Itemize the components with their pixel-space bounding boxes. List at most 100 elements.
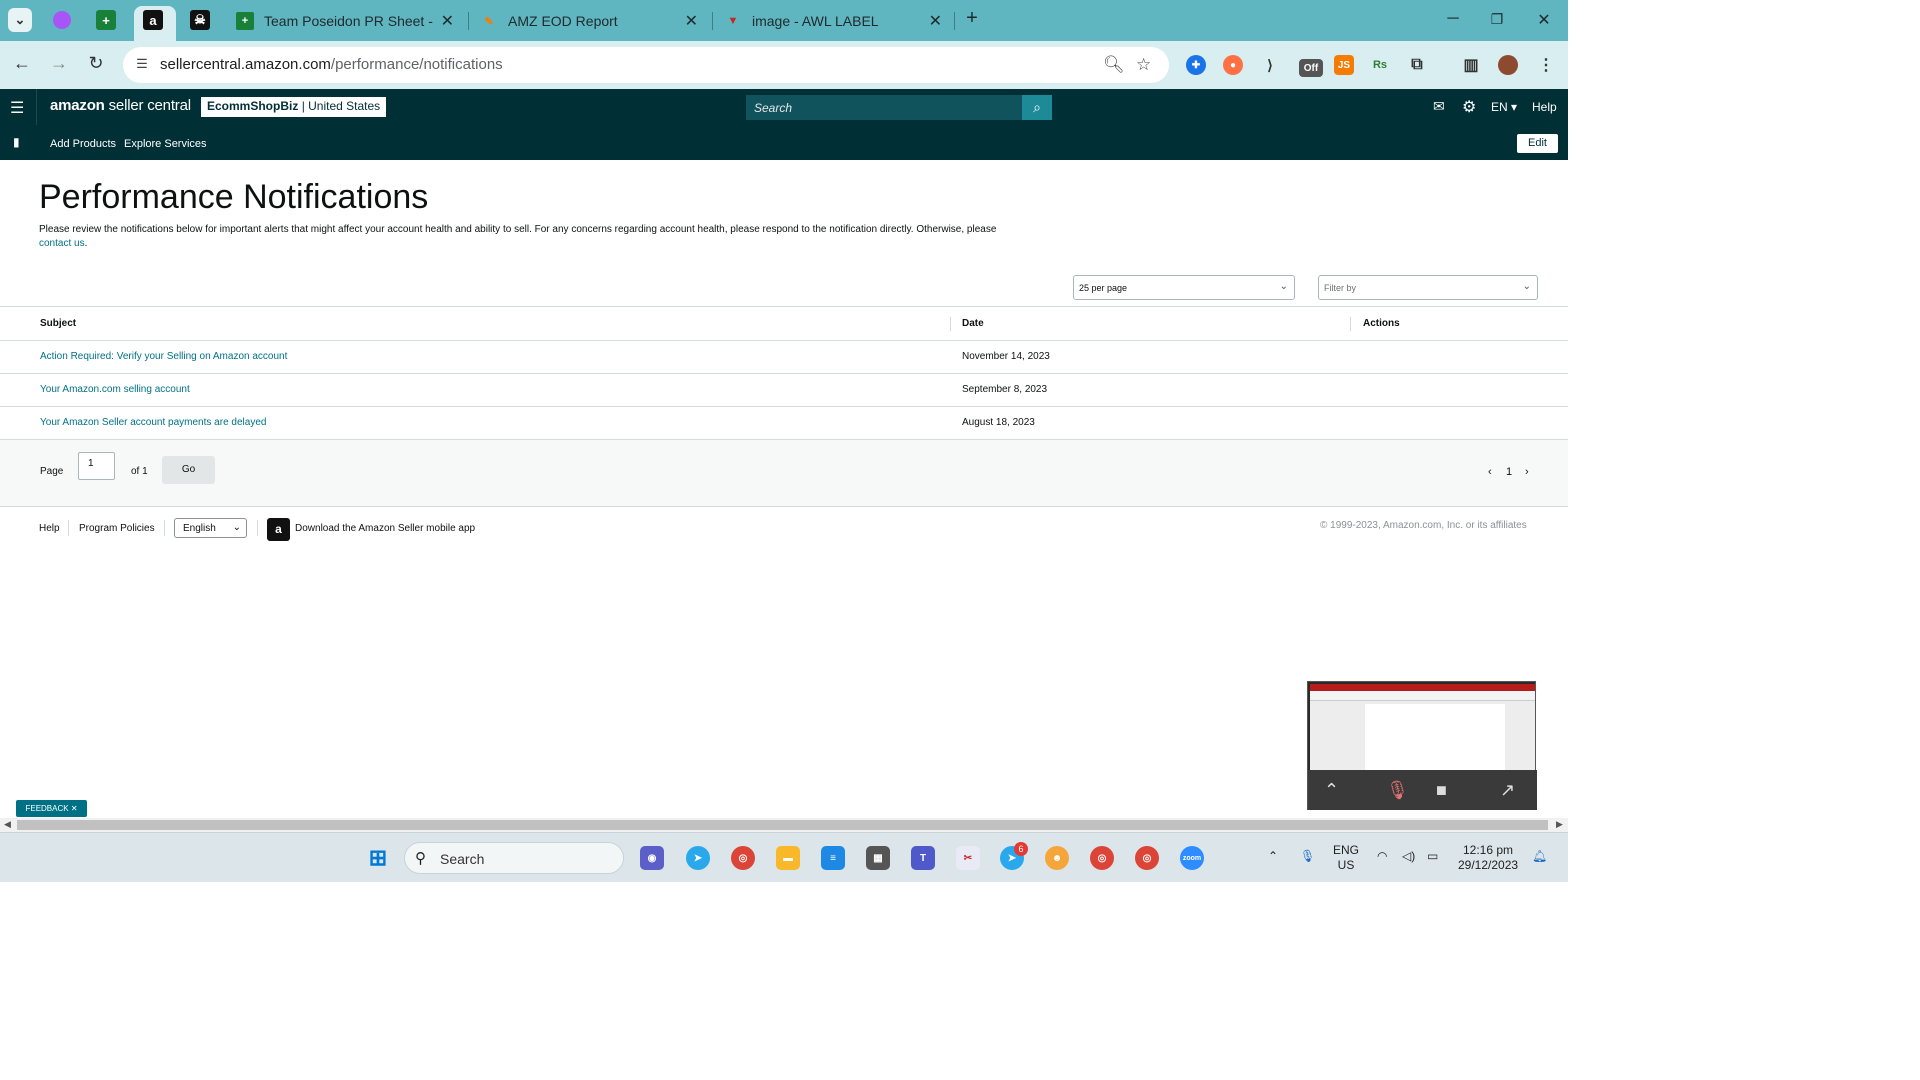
feedback-button[interactable]: FEEDBACK ✕ [16, 800, 87, 817]
wifi-icon[interactable]: ◠ [1377, 849, 1387, 864]
zoom-app-icon[interactable]: zoom [1180, 846, 1204, 870]
amazon-tab-icon[interactable]: a [143, 10, 163, 30]
close-window-icon[interactable]: ✕ [1534, 10, 1554, 30]
close-tab-icon[interactable]: ✕ [929, 11, 942, 31]
footer-language-select[interactable]: English ⌄ [174, 518, 247, 538]
current-page-number[interactable]: 1 [1506, 466, 1512, 478]
scroll-right-icon[interactable]: ▶ [1556, 819, 1563, 830]
reload-icon[interactable]: ↻ [84, 53, 108, 74]
side-panel-icon[interactable]: ▥ [1461, 55, 1481, 75]
column-subject[interactable]: Subject [40, 318, 76, 329]
language-indicator[interactable]: ENG US [1333, 843, 1359, 873]
chat-app-icon[interactable]: ◉ [640, 846, 664, 870]
download-app-link[interactable]: Download the Amazon Seller mobile app [295, 523, 475, 534]
seller-central-logo[interactable]: amazon seller central [50, 97, 191, 114]
store-switcher[interactable]: EcommShopBiz | United States [201, 97, 387, 117]
volume-icon[interactable]: ◁) [1402, 849, 1415, 864]
footer-divider [68, 520, 69, 536]
minimize-icon[interactable]: ─ [1443, 10, 1463, 28]
close-tab-icon[interactable]: ✕ [685, 11, 698, 31]
chrome-icon[interactable]: ◎ [731, 846, 755, 870]
extensions-puzzle-icon[interactable]: ⧉ [1407, 55, 1427, 75]
notification-subject-link[interactable]: Action Required: Verify your Selling on … [40, 351, 287, 362]
clock[interactable]: 12:16 pm 29/12/2023 [1458, 843, 1518, 873]
column-date[interactable]: Date [962, 318, 984, 329]
notification-subject-link[interactable]: Your Amazon Seller account payments are … [40, 417, 266, 428]
bookmark-star-icon[interactable]: ☆ [1136, 55, 1151, 75]
extension-blue-icon[interactable]: ✚ [1186, 55, 1206, 75]
app-mascot-icon[interactable]: ☻ [1045, 846, 1069, 870]
windows-start-icon[interactable]: ⊞ [366, 845, 390, 870]
seller-search-input[interactable]: Search [746, 95, 1023, 120]
contact-us-link[interactable]: contact us [39, 238, 85, 249]
notification-bell-icon[interactable]: 🔔︎ [1532, 849, 1547, 864]
zoom-icon[interactable]: 🔍︎ [1103, 55, 1125, 75]
mic-muted-icon[interactable]: 🎙︎ [1386, 780, 1409, 801]
edit-button[interactable]: Edit [1517, 134, 1558, 153]
sheets-tab-icon[interactable]: + [96, 10, 116, 30]
windows-taskbar: ⊞ ⚲ Search ◉ ➤ ◎ ▬ ≡ ▦ T ✂ ➤ ☻ ◎ ◎ zoom … [0, 832, 1568, 882]
footer-program-policies-link[interactable]: Program Policies [79, 523, 155, 534]
page-number-input[interactable]: 1 [78, 452, 115, 480]
file-explorer-icon[interactable]: ▬ [776, 846, 800, 870]
help-link[interactable]: Help [1532, 100, 1557, 114]
browser-menu-icon[interactable]: ⋮ [1536, 55, 1556, 75]
per-page-select[interactable]: 25 per page ⌄ [1073, 275, 1295, 300]
nav-explore-services[interactable]: Explore Services [124, 138, 207, 150]
back-icon[interactable]: ← [10, 53, 34, 74]
pirate-tab-icon[interactable]: ☠ [190, 10, 210, 30]
go-button[interactable]: Go [162, 456, 215, 484]
return-to-call-icon[interactable]: ↗ [1500, 780, 1515, 801]
tab-search-chevron-icon[interactable]: ⌄ [8, 8, 32, 32]
address-bar[interactable]: ☰ sellercentral.amazon.com/performance/n… [123, 47, 1169, 83]
battery-icon[interactable]: ▭ [1427, 849, 1438, 864]
forward-icon[interactable]: → [47, 53, 71, 74]
language-selector[interactable]: EN ▾ [1491, 100, 1517, 114]
show-hidden-icons-chevron-icon[interactable]: ⌃ [1268, 849, 1278, 864]
site-info-icon[interactable]: ☰ [133, 56, 151, 74]
tab-amz-eod-report[interactable]: ✎ AMZ EOD Report ✕ [472, 6, 704, 36]
search-icon[interactable]: ⌕ [1022, 95, 1052, 120]
extension-rs-icon[interactable]: Rs [1370, 55, 1390, 75]
mail-icon[interactable]: ✉ [1433, 98, 1445, 115]
snipping-tool-icon[interactable]: ✂ [956, 846, 980, 870]
notepad-icon[interactable]: ≡ [821, 846, 845, 870]
video-call-pip-window[interactable]: ⌃ 🎙︎ ■ ↗ [1307, 681, 1537, 810]
filter-by-select[interactable]: Filter by ⌄ [1318, 275, 1538, 300]
tab-poseidon-sheet[interactable]: + Team Poseidon PR Sheet - Goo ✕ [228, 6, 460, 36]
url-text[interactable]: sellercentral.amazon.com/performance/not… [160, 56, 503, 73]
chrome-profile-2-icon[interactable]: ◎ [1135, 846, 1159, 870]
taskbar-search[interactable]: ⚲ Search [404, 842, 624, 874]
teams-icon[interactable]: T [911, 846, 935, 870]
scrollbar-thumb[interactable] [17, 820, 1548, 830]
scroll-left-icon[interactable]: ◀ [4, 819, 11, 830]
chevron-up-icon[interactable]: ⌃ [1324, 780, 1339, 801]
extension-js-icon[interactable]: JS [1334, 55, 1354, 75]
next-page-icon[interactable]: › [1525, 466, 1529, 478]
extension-orange-icon[interactable]: ● [1223, 55, 1243, 75]
telegram-icon[interactable]: ➤ [686, 846, 710, 870]
microphone-icon[interactable]: 🎙︎ [1300, 849, 1315, 864]
horizontal-scrollbar[interactable]: ◀ ▶ [0, 818, 1568, 832]
tab-awl-label[interactable]: ▼ image - AWL LABEL ✕ [716, 6, 948, 36]
extension-arrow-icon[interactable]: ⟩ [1260, 55, 1280, 75]
calculator-icon[interactable]: ▦ [866, 846, 890, 870]
hamburger-menu-icon[interactable]: ☰ [10, 98, 24, 118]
close-tab-icon[interactable]: ✕ [441, 11, 454, 31]
restore-icon[interactable]: ❐ [1487, 11, 1507, 28]
messenger-tab-icon[interactable] [50, 8, 74, 32]
notification-subject-link[interactable]: Your Amazon.com selling account [40, 384, 190, 395]
amazon-app-icon[interactable]: a [267, 518, 290, 541]
camera-icon[interactable]: ■ [1436, 780, 1447, 801]
footer-help-link[interactable]: Help [39, 523, 60, 534]
tab-divider [712, 12, 713, 30]
bookmark-icon[interactable]: ▮ [13, 135, 20, 149]
profile-avatar[interactable] [1498, 55, 1518, 75]
extension-off-icon[interactable]: Off [1299, 59, 1323, 77]
new-tab-icon[interactable]: + [962, 7, 982, 30]
previous-page-icon[interactable]: ‹ [1488, 466, 1492, 478]
taskbar-search-text: Search [440, 851, 485, 867]
chrome-profile-1-icon[interactable]: ◎ [1090, 846, 1114, 870]
nav-add-products[interactable]: Add Products [50, 138, 116, 150]
settings-gear-icon[interactable]: ⚙ [1462, 97, 1476, 117]
